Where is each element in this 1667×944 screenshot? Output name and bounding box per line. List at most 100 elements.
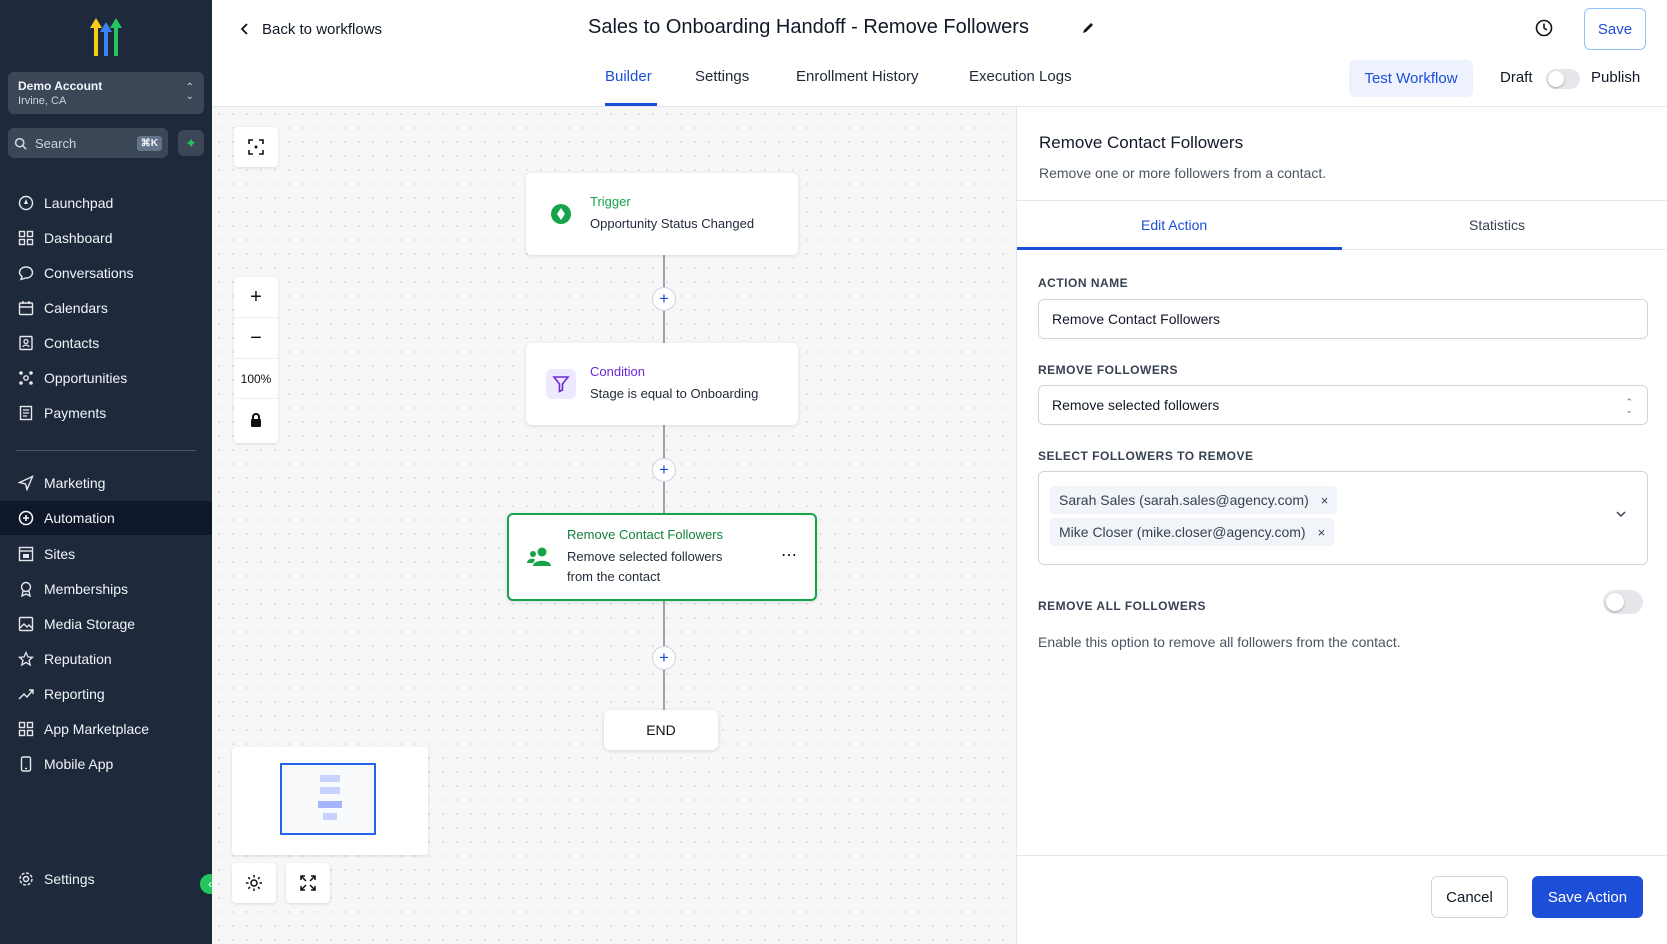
node-type: Trigger xyxy=(590,194,631,209)
sidebar-item-conversations[interactable]: Conversations xyxy=(0,256,212,290)
workflow-title[interactable]: Sales to Onboarding Handoff - Remove Fol… xyxy=(588,16,1029,39)
chevron-down-icon[interactable] xyxy=(1615,508,1627,520)
action-name-value: Remove Contact Followers xyxy=(1052,311,1221,327)
follower-name: Sarah Sales (sarah.sales@agency.com) xyxy=(1059,492,1309,508)
back-to-workflows-link[interactable]: Back to workflows xyxy=(238,18,382,40)
focus-icon xyxy=(248,139,264,155)
gear-icon xyxy=(19,872,33,886)
sidebar-item-label: Payments xyxy=(44,405,107,421)
sidebar-item-label: App Marketplace xyxy=(44,721,150,737)
theme-toggle-button[interactable] xyxy=(232,863,276,903)
ai-spark-button[interactable]: ✦ xyxy=(178,130,204,156)
test-workflow-button[interactable]: Test Workflow xyxy=(1349,60,1473,97)
chevron-left-icon xyxy=(240,23,248,35)
tab-execution-logs[interactable]: Execution Logs xyxy=(969,68,1072,85)
minimap-node xyxy=(323,813,337,820)
account-switcher[interactable]: Demo Account Irvine, CA ⌃ ⌄ xyxy=(8,72,204,114)
tab-builder[interactable]: Builder xyxy=(605,68,652,85)
sidebar-item-launchpad[interactable]: Launchpad xyxy=(0,186,212,220)
sidebar-item-automation[interactable]: Automation xyxy=(0,501,212,535)
zoom-out-button[interactable]: − xyxy=(234,318,278,359)
more-options-icon[interactable]: ⋯ xyxy=(781,545,797,565)
memberships-icon xyxy=(20,581,32,597)
select-followers-label: SELECT FOLLOWERS TO REMOVE xyxy=(1038,449,1254,463)
account-name: Demo Account xyxy=(18,79,103,93)
node-text: from the contact xyxy=(567,569,661,584)
trigger-node[interactable]: Trigger Opportunity Status Changed xyxy=(526,173,798,255)
sidebar-item-payments[interactable]: Payments xyxy=(0,396,212,430)
sidebar-item-label: Launchpad xyxy=(44,195,114,211)
automation-icon xyxy=(18,510,34,526)
sidebar-item-label: Sites xyxy=(44,546,76,562)
publish-toggle[interactable] xyxy=(1546,69,1580,89)
minimap-viewport[interactable] xyxy=(280,763,376,835)
remove-chip-icon[interactable]: × xyxy=(1321,493,1329,508)
sidebar-item-label: Mobile App xyxy=(44,756,114,772)
follower-name: Mike Closer (mike.closer@agency.com) xyxy=(1059,524,1306,540)
tab-enrollment-history[interactable]: Enrollment History xyxy=(796,68,919,85)
back-label: Back to workflows xyxy=(262,20,383,38)
sidebar-item-media-storage[interactable]: Media Storage xyxy=(0,607,212,641)
zoom-in-button[interactable]: + xyxy=(234,277,278,318)
add-step-button[interactable]: + xyxy=(652,458,676,482)
sun-icon xyxy=(246,875,262,891)
condition-node[interactable]: Condition Stage is equal to Onboarding xyxy=(526,343,798,425)
chevron-updown-icon: ⌃ ⌄ xyxy=(185,82,194,102)
tab-edit-action[interactable]: Edit Action xyxy=(1141,217,1207,233)
minimap-node xyxy=(320,787,340,794)
remove-all-hint: Enable this option to remove all followe… xyxy=(1038,634,1401,650)
node-text: Opportunity Status Changed xyxy=(590,216,755,231)
history-icon[interactable] xyxy=(1534,18,1554,38)
minimap-node xyxy=(320,775,340,782)
workflow-canvas[interactable]: + − 100% + + + Trigger Opportunity Statu… xyxy=(212,107,1016,944)
save-action-button[interactable]: Save Action xyxy=(1532,876,1643,918)
tab-statistics[interactable]: Statistics xyxy=(1469,217,1525,233)
draft-label: Draft xyxy=(1500,69,1533,86)
fullscreen-button[interactable] xyxy=(286,863,330,903)
active-panel-tab-indicator xyxy=(1017,247,1342,250)
node-type: Remove Contact Followers xyxy=(567,527,724,542)
sidebar-item-app-marketplace[interactable]: App Marketplace xyxy=(0,712,212,746)
sidebar-item-reporting[interactable]: Reporting xyxy=(0,677,212,711)
add-step-button[interactable]: + xyxy=(652,287,676,311)
edit-pencil-icon[interactable] xyxy=(1080,20,1096,36)
launchpad-icon xyxy=(18,195,34,211)
image-icon xyxy=(18,616,34,632)
sidebar-item-settings[interactable]: Settings xyxy=(0,862,212,896)
remove-followers-label: REMOVE FOLLOWERS xyxy=(1038,363,1178,377)
sidebar-item-calendars[interactable]: Calendars xyxy=(0,291,212,325)
sidebar-item-sites[interactable]: Sites xyxy=(0,537,212,571)
sidebar-item-contacts[interactable]: Contacts xyxy=(0,326,212,360)
lock-button[interactable] xyxy=(234,399,278,440)
remove-all-toggle[interactable] xyxy=(1603,590,1643,614)
panel-subtitle: Remove one or more followers from a cont… xyxy=(1039,165,1327,181)
fit-view-button[interactable] xyxy=(234,127,278,167)
followers-multiselect[interactable]: Sarah Sales (sarah.sales@agency.com) × M… xyxy=(1038,471,1648,565)
remove-chip-icon[interactable]: × xyxy=(1318,525,1326,540)
action-name-input[interactable]: Remove Contact Followers xyxy=(1038,299,1648,339)
minimap[interactable] xyxy=(232,747,428,855)
sidebar-item-reputation[interactable]: Reputation xyxy=(0,642,212,676)
sidebar-item-label: Automation xyxy=(44,510,115,526)
remove-followers-value: Remove selected followers xyxy=(1052,397,1220,413)
sidebar-item-label: Marketing xyxy=(44,475,106,491)
cancel-button[interactable]: Cancel xyxy=(1431,876,1508,918)
save-button[interactable]: Save xyxy=(1584,8,1646,50)
action-name-label: ACTION NAME xyxy=(1038,276,1129,290)
sidebar-item-marketing[interactable]: Marketing xyxy=(0,466,212,500)
minimap-node xyxy=(318,801,342,808)
sidebar-item-dashboard[interactable]: Dashboard xyxy=(0,221,212,255)
sidebar-item-memberships[interactable]: Memberships xyxy=(0,572,212,606)
sidebar-item-mobile-app[interactable]: Mobile App xyxy=(0,747,212,781)
add-step-button[interactable]: + xyxy=(652,646,676,670)
node-type: Condition xyxy=(590,364,645,379)
tab-settings[interactable]: Settings xyxy=(695,68,749,85)
sidebar-item-opportunities[interactable]: Opportunities xyxy=(0,361,212,395)
search-input[interactable]: Search ⌘K xyxy=(8,128,168,158)
remove-followers-node[interactable]: Remove Contact Followers Remove selected… xyxy=(507,513,817,601)
zoom-level: 100% xyxy=(234,359,278,399)
sidebar-item-label: Reputation xyxy=(44,651,112,667)
lock-icon xyxy=(251,412,261,427)
star-icon xyxy=(18,651,34,667)
remove-followers-select[interactable]: Remove selected followers ⌃ ⌄ xyxy=(1038,385,1648,425)
